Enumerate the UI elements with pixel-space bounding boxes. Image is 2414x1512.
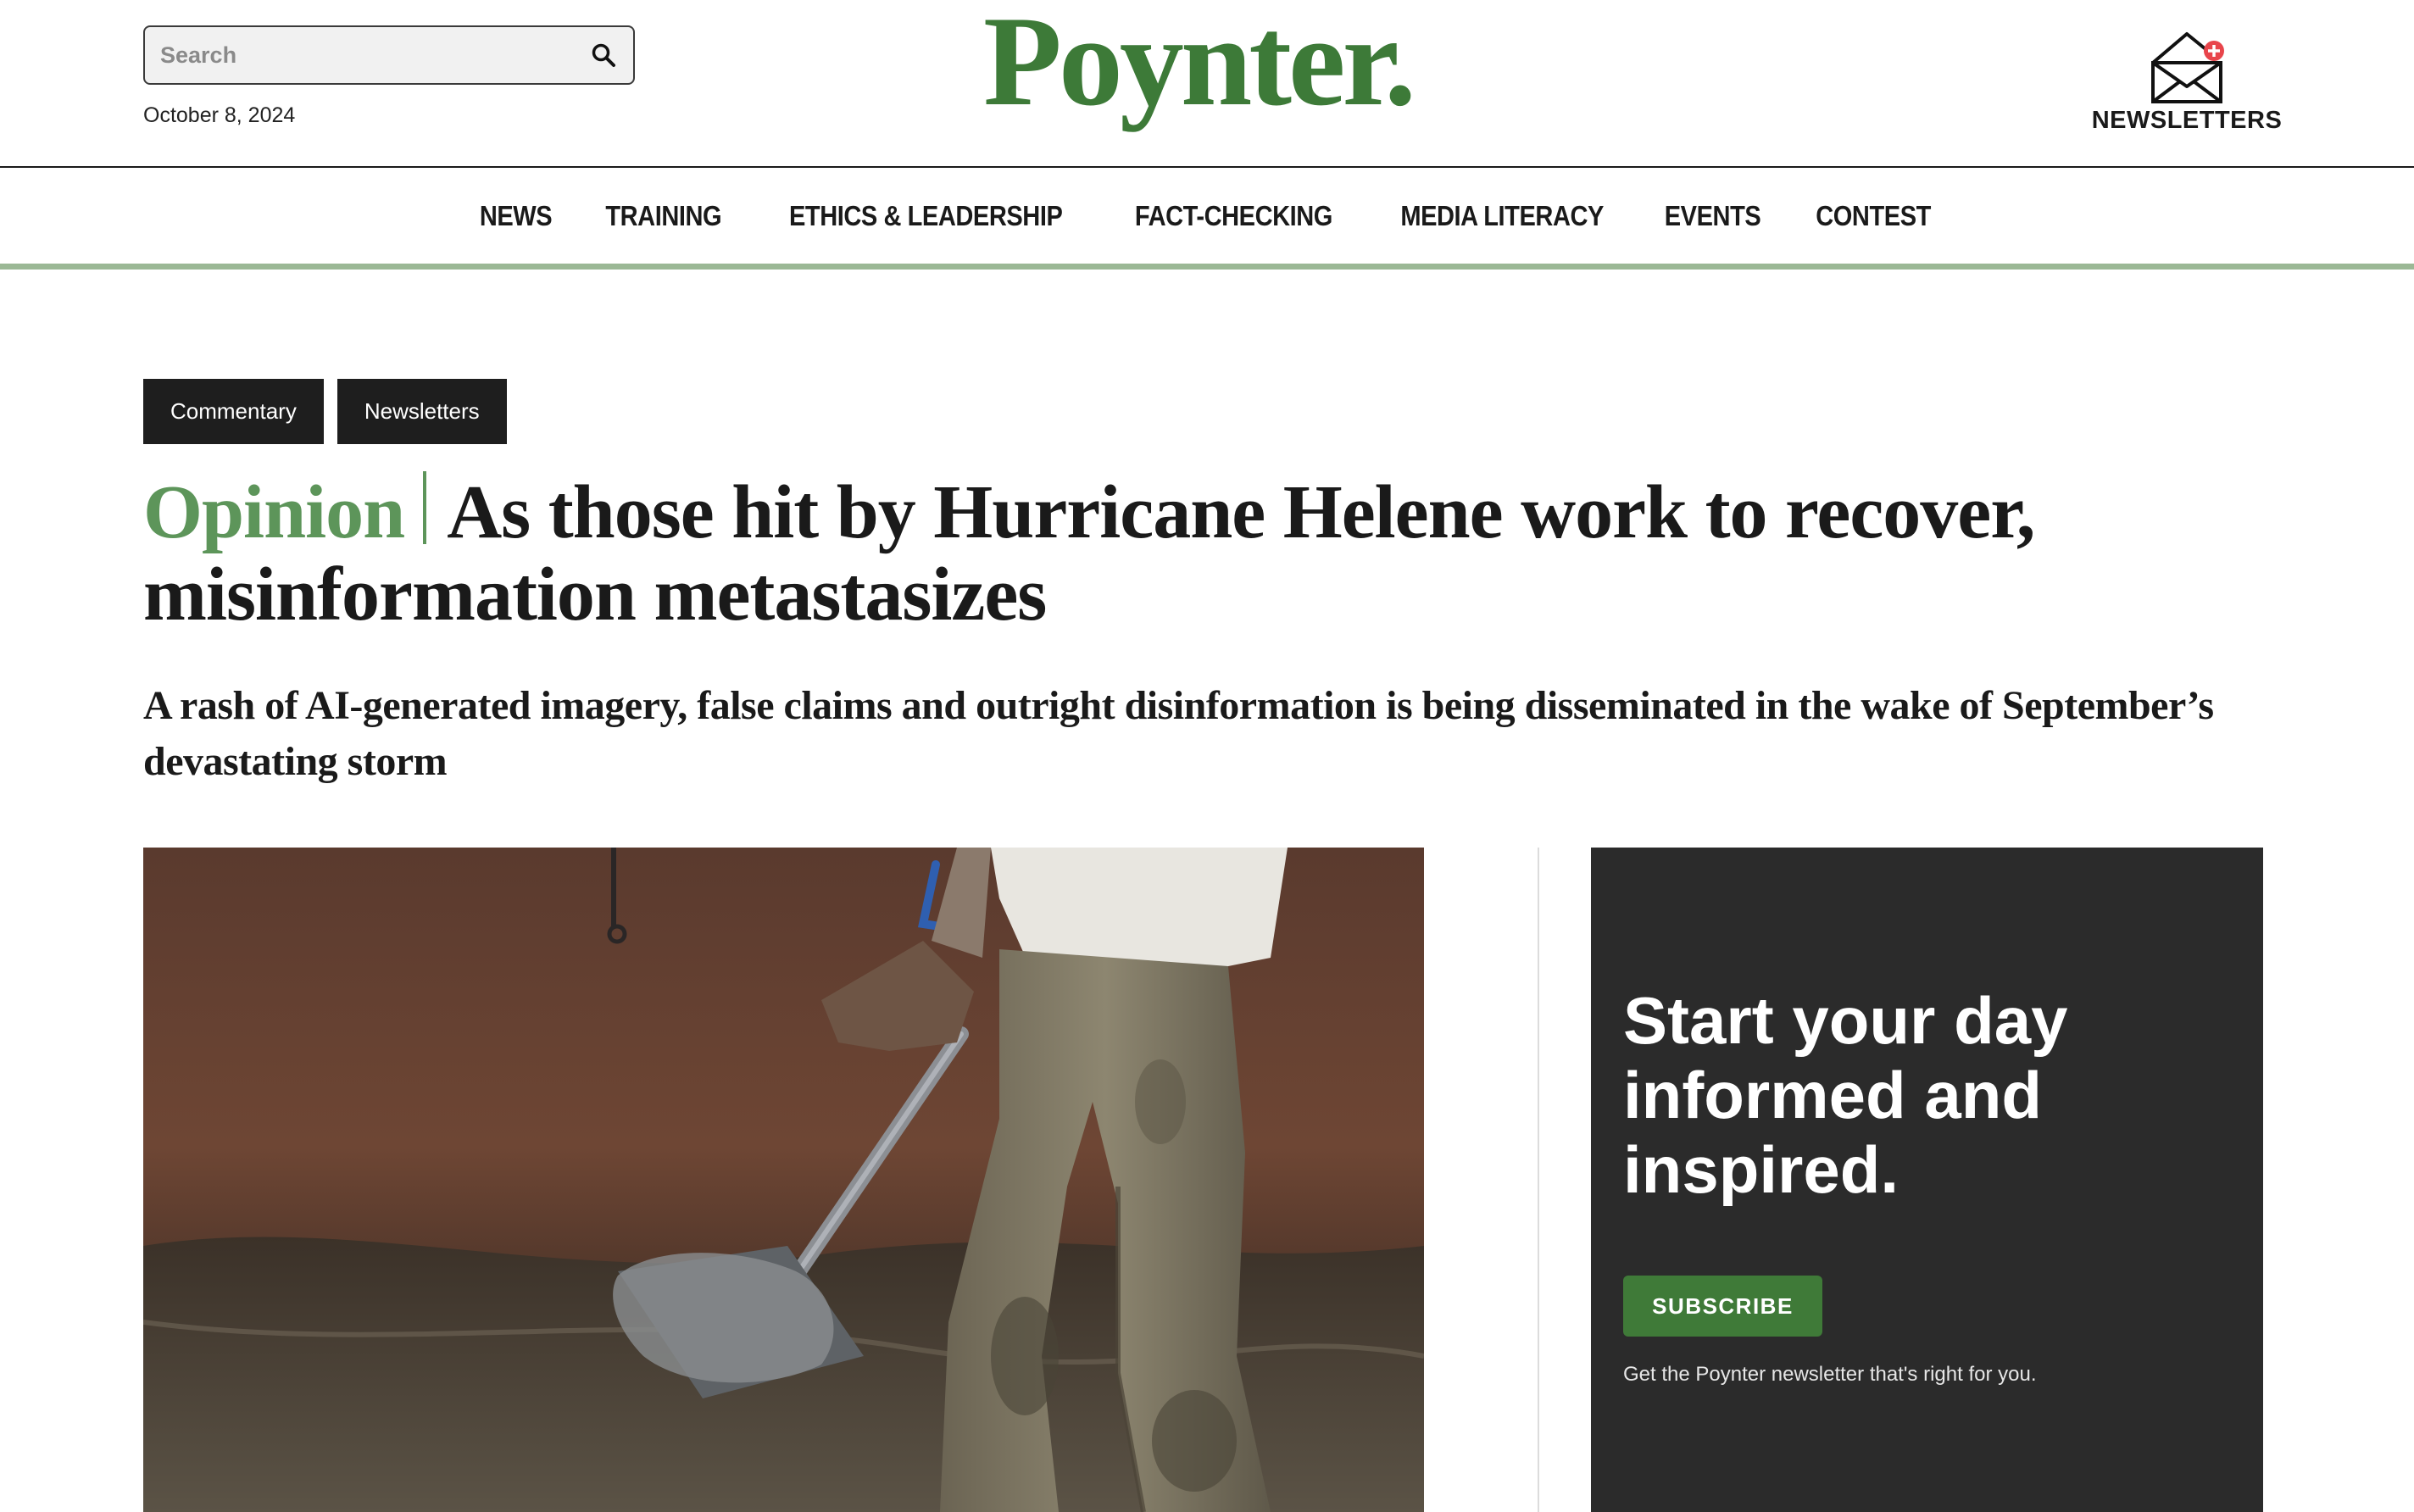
- nav-item-fact-checking[interactable]: FACT-CHECKING: [1135, 200, 1333, 232]
- column-divider: [1538, 848, 1539, 1512]
- site-header: October 8, 2024 Poynter. NEWSLETTERS: [0, 0, 2414, 168]
- nav-item-contest[interactable]: CONTEST: [1816, 200, 1932, 232]
- nav-item-media-literacy[interactable]: MEDIA LITERACY: [1400, 200, 1604, 232]
- site-logo[interactable]: Poynter.: [983, 0, 1416, 125]
- newsletter-promo: Start your day informed and inspired. SU…: [1591, 848, 2263, 1512]
- hero-photo: [143, 848, 1424, 1512]
- headline-text: As those hit by Hurricane Helene work to…: [143, 470, 2035, 636]
- nav-item-training[interactable]: TRAINING: [606, 200, 722, 232]
- current-date: October 8, 2024: [143, 103, 296, 127]
- kicker-divider: [423, 471, 427, 544]
- main-nav: NEWS TRAINING ETHICS & LEADERSHIP FACT-C…: [0, 168, 2414, 270]
- envelope-icon: [2151, 32, 2224, 103]
- search-icon[interactable]: [574, 27, 633, 83]
- promo-note: Get the Poynter newsletter that's right …: [1623, 1363, 2037, 1386]
- opinion-kicker: Opinion: [143, 470, 405, 554]
- subscribe-button[interactable]: SUBSCRIBE: [1623, 1276, 1822, 1337]
- newsletters-label: NEWSLETTERS: [2091, 107, 2283, 134]
- article-tags: Commentary Newsletters: [143, 379, 507, 444]
- article-headline: Opinion As those hit by Hurricane Helene …: [143, 471, 2313, 636]
- promo-title: Start your day informed and inspired.: [1623, 983, 2068, 1207]
- search-input[interactable]: [145, 27, 574, 83]
- newsletters-link[interactable]: NEWSLETTERS: [2091, 29, 2283, 139]
- search-box[interactable]: [143, 25, 635, 85]
- article-subheadline: A rash of AI-generated imagery, false cl…: [143, 683, 2214, 784]
- nav-item-events[interactable]: EVENTS: [1665, 200, 1761, 232]
- nav-item-news[interactable]: NEWS: [480, 200, 553, 232]
- nav-item-ethics-leadership[interactable]: ETHICS & LEADERSHIP: [789, 200, 1063, 232]
- tag-commentary[interactable]: Commentary: [143, 379, 324, 444]
- tag-newsletters[interactable]: Newsletters: [337, 379, 507, 444]
